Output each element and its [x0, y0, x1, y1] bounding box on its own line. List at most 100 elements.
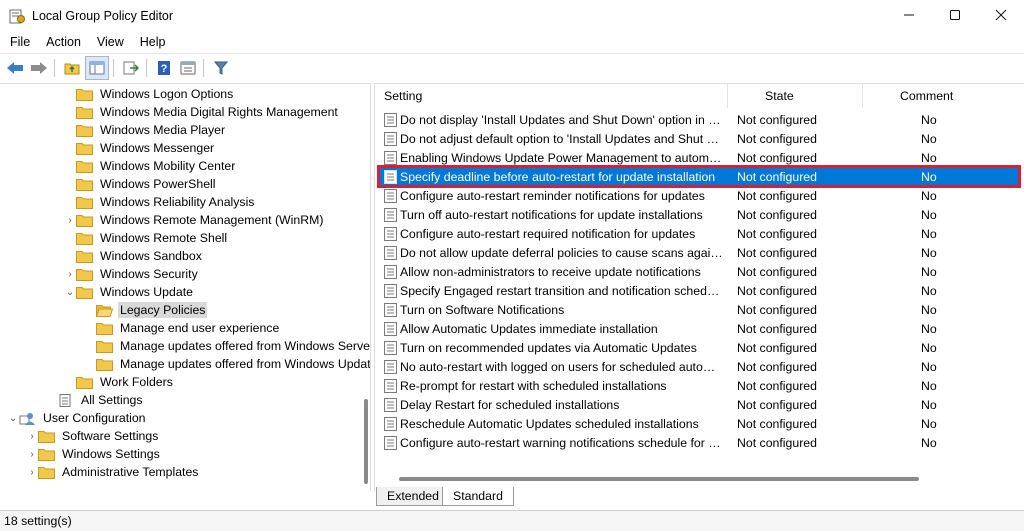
tree-item-user-configuration[interactable]: ⌄ User Configuration	[7, 409, 148, 427]
tree-item-windows-sandbox[interactable]: Windows Sandbox	[64, 247, 204, 265]
expander-icon[interactable]	[64, 85, 76, 103]
tree-item-work-folders[interactable]: Work Folders	[64, 373, 175, 391]
table-row[interactable]: Reschedule Automatic Updates scheduled i…	[379, 414, 1019, 433]
table-row[interactable]: Enabling Windows Update Power Management…	[379, 148, 1019, 167]
expander-icon[interactable]	[64, 229, 76, 247]
expander-icon[interactable]	[64, 247, 76, 265]
table-row-selected[interactable]: Specify deadline before auto-restart for…	[377, 165, 1021, 188]
tree-item-label: Windows Logon Options	[100, 87, 234, 101]
tree-item-windows-messenger[interactable]: Windows Messenger	[64, 139, 216, 157]
tab-standard[interactable]: Standard	[442, 487, 514, 506]
chevron-right-icon[interactable]: ›	[26, 463, 38, 481]
column-divider[interactable]	[862, 84, 863, 108]
expander-icon[interactable]	[64, 121, 76, 139]
expander-icon[interactable]	[84, 355, 96, 373]
close-button[interactable]	[978, 0, 1024, 30]
help-button[interactable]: ?	[153, 57, 175, 79]
settings-list[interactable]: Setting State Comment Do not display 'In…	[374, 83, 1024, 491]
chevron-right-icon[interactable]: ›	[64, 265, 76, 283]
column-divider[interactable]	[727, 84, 728, 108]
show-hide-tree-icon	[89, 61, 105, 75]
table-row[interactable]: Do not adjust default option to 'Install…	[379, 129, 1019, 148]
minimize-button[interactable]	[886, 0, 932, 30]
column-header-comment[interactable]: Comment	[900, 89, 953, 103]
tree-item-windows-reliability-analysis[interactable]: Windows Reliability Analysis	[64, 193, 256, 211]
table-row[interactable]: Allow non-administrators to receive upda…	[379, 262, 1019, 281]
chevron-right-icon[interactable]: ›	[26, 427, 38, 445]
chevron-right-icon[interactable]: ›	[64, 211, 76, 229]
table-row[interactable]: No auto-restart with logged on users for…	[379, 357, 1019, 376]
tab-extended[interactable]: Extended	[376, 487, 450, 506]
tree-item-windows-settings[interactable]: › Windows Settings	[26, 445, 162, 463]
policy-setting-icon	[384, 132, 397, 146]
expander-icon[interactable]	[84, 301, 96, 319]
setting-state: Not configured	[737, 283, 817, 298]
tree-item-windows-media-player[interactable]: Windows Media Player	[64, 121, 227, 139]
expander-icon[interactable]	[64, 157, 76, 175]
tree-item-manage-updates-wsus[interactable]: Manage updates offered from Windows Serv…	[84, 337, 370, 355]
navigation-tree[interactable]: Windows Logon Options Windows Media Digi…	[0, 83, 371, 491]
expander-icon[interactable]	[45, 391, 57, 409]
menu-action[interactable]: Action	[40, 35, 87, 49]
tree-item-windows-powershell[interactable]: Windows PowerShell	[64, 175, 218, 193]
chevron-down-icon[interactable]: ⌄	[7, 409, 19, 427]
tree-item-windows-remote-management[interactable]: › Windows Remote Management (WinRM)	[64, 211, 325, 229]
properties-button[interactable]	[177, 57, 199, 79]
setting-comment: No	[921, 226, 937, 241]
tree-item-software-settings[interactable]: › Software Settings	[26, 427, 160, 445]
tree-item-windows-mobility-center[interactable]: Windows Mobility Center	[64, 157, 237, 175]
tree-item-windows-logon-options[interactable]: Windows Logon Options	[64, 85, 235, 103]
tree-item-windows-media-drm[interactable]: Windows Media Digital Rights Management	[64, 103, 340, 121]
tree-item-all-settings[interactable]: All Settings	[45, 391, 145, 409]
expander-icon[interactable]	[64, 373, 76, 391]
show-hide-tree-button[interactable]	[85, 56, 109, 80]
table-row[interactable]: Configure auto-restart reminder notifica…	[379, 186, 1019, 205]
chevron-right-icon[interactable]: ›	[26, 445, 38, 463]
table-row[interactable]: Turn off auto-restart notifications for …	[379, 205, 1019, 224]
table-row[interactable]: Configure auto-restart required notifica…	[379, 224, 1019, 243]
back-button[interactable]	[4, 57, 26, 79]
table-row[interactable]: Do not display 'Install Updates and Shut…	[379, 110, 1019, 129]
setting-name: Delay Restart for scheduled installation…	[400, 397, 620, 412]
menu-help[interactable]: Help	[134, 35, 172, 49]
tree-vertical-scrollbar[interactable]	[364, 399, 368, 484]
table-row[interactable]: Configure auto-restart warning notificat…	[379, 433, 1019, 452]
column-header-setting[interactable]: Setting	[384, 89, 422, 103]
tree-item-administrative-templates[interactable]: › Administrative Templates	[26, 463, 200, 481]
policy-setting-icon	[384, 341, 397, 355]
expander-icon[interactable]	[84, 319, 96, 337]
list-horizontal-scrollbar[interactable]	[399, 477, 919, 481]
menu-file[interactable]: File	[4, 35, 36, 49]
maximize-button[interactable]	[932, 0, 978, 30]
setting-state: Not configured	[737, 321, 817, 336]
forward-button[interactable]	[28, 57, 50, 79]
tree-item-manage-end-user-experience[interactable]: Manage end user experience	[84, 319, 281, 337]
expander-icon[interactable]	[84, 337, 96, 355]
table-row[interactable]: Turn on Software Notifications Not config…	[379, 300, 1019, 319]
table-row[interactable]: Specify Engaged restart transition and n…	[379, 281, 1019, 300]
table-row[interactable]: Allow Automatic Updates immediate instal…	[379, 319, 1019, 338]
export-list-button[interactable]	[120, 57, 142, 79]
column-header-state[interactable]: State	[765, 89, 794, 103]
folder-icon	[76, 124, 93, 137]
tree-item-legacy-policies[interactable]: Legacy Policies	[84, 301, 208, 319]
table-row[interactable]: Turn on recommended updates via Automati…	[379, 338, 1019, 357]
table-row[interactable]: Re-prompt for restart with scheduled ins…	[379, 376, 1019, 395]
tree-item-windows-remote-shell[interactable]: Windows Remote Shell	[64, 229, 229, 247]
policy-setting-icon	[384, 379, 397, 393]
tree-item-windows-update[interactable]: ⌄ Windows Update	[64, 283, 195, 301]
setting-state: Not configured	[737, 416, 817, 431]
chevron-down-icon[interactable]: ⌄	[64, 283, 76, 301]
table-row[interactable]: Do not allow update deferral policies to…	[379, 243, 1019, 262]
up-one-level-button[interactable]	[61, 57, 83, 79]
filter-button[interactable]	[210, 57, 232, 79]
tree-item-windows-security[interactable]: › Windows Security	[64, 265, 200, 283]
expander-icon[interactable]	[64, 139, 76, 157]
table-row[interactable]: Delay Restart for scheduled installation…	[379, 395, 1019, 414]
expander-icon[interactable]	[64, 175, 76, 193]
menu-view[interactable]: View	[91, 35, 130, 49]
tree-item-manage-updates-windows-update[interactable]: Manage updates offered from Windows Upda…	[84, 355, 370, 373]
expander-icon[interactable]	[64, 193, 76, 211]
expander-icon[interactable]	[64, 103, 76, 121]
policy-setting-icon	[384, 322, 397, 336]
